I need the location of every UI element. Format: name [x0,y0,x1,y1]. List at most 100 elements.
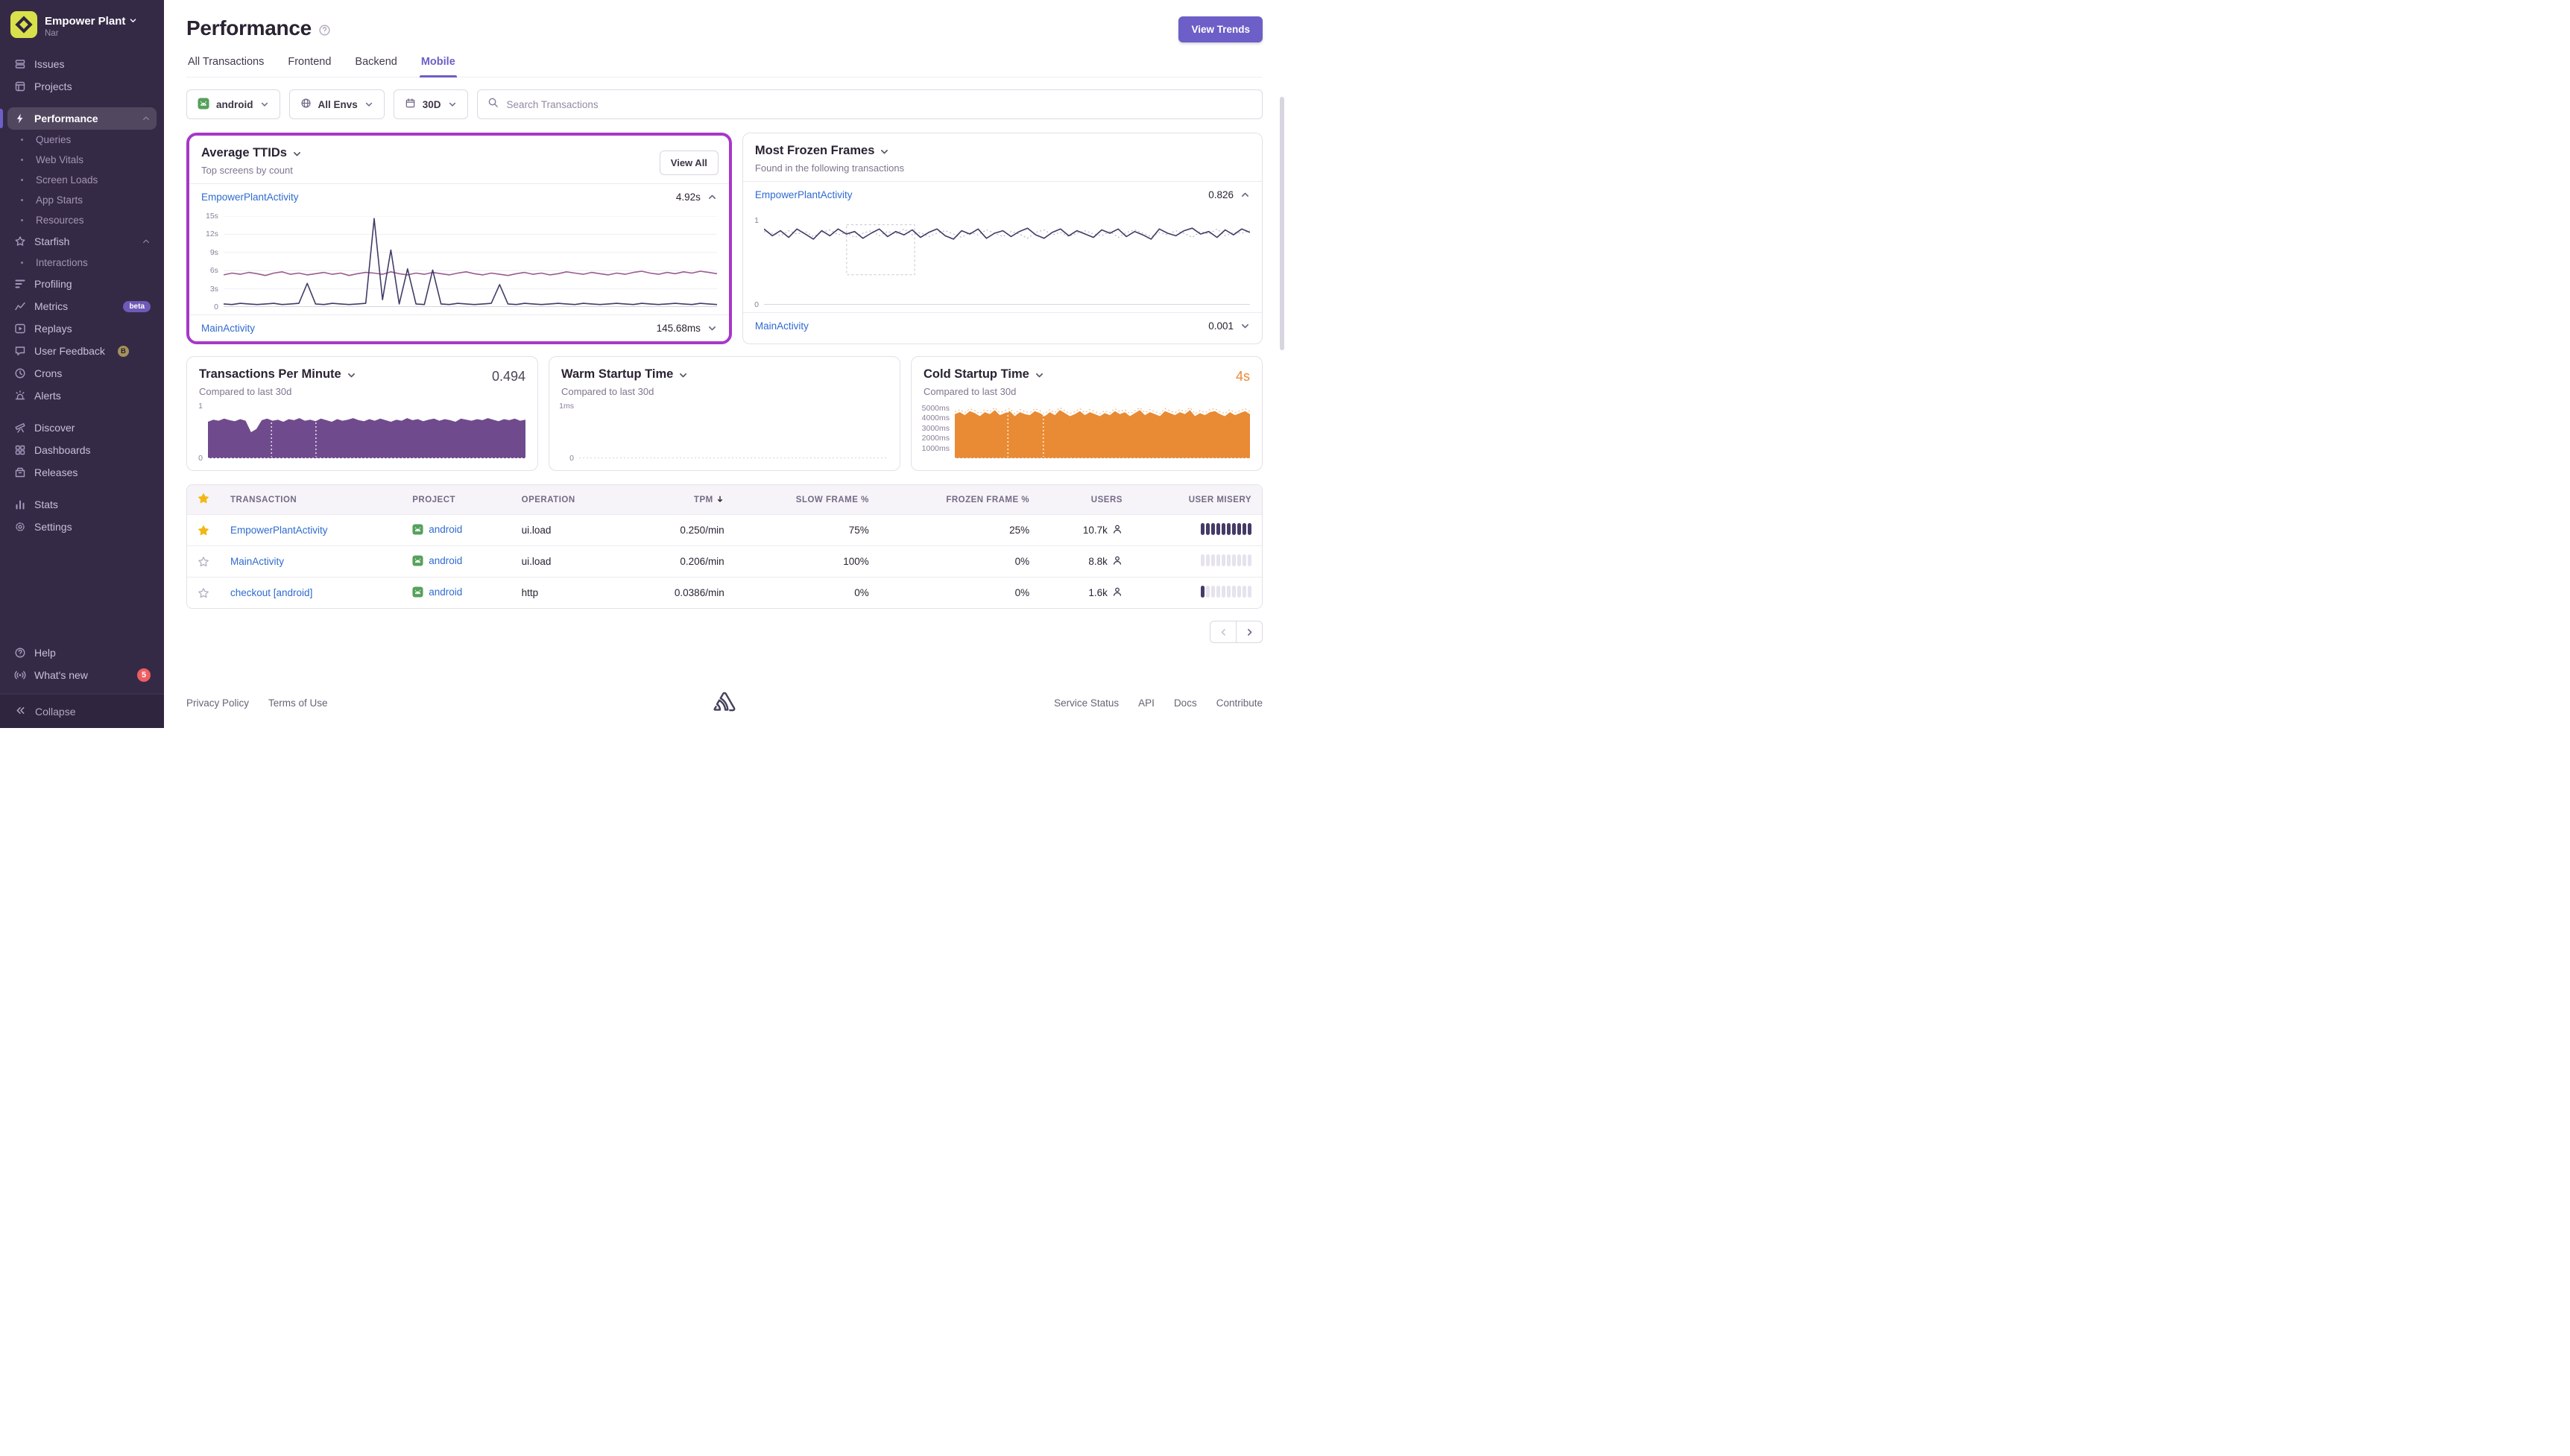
scrollbar[interactable] [1279,0,1285,728]
sidebar-item-interactions[interactable]: Interactions [7,253,157,273]
column-header-slow-frame[interactable]: SLOW FRAME % [734,485,880,515]
cold-startup-card: Cold Startup Time 4s Compared to last 30… [911,356,1263,471]
misery-bar [1243,586,1246,598]
sidebar-item-settings[interactable]: Settings [7,516,157,538]
project-filter[interactable]: android [186,89,280,119]
org-logo [10,11,37,42]
tpm-value: 0.494 [491,369,525,384]
sidebar-item-issues[interactable]: Issues [7,53,157,75]
sidebar-item-app-starts[interactable]: App Starts [7,190,157,210]
transaction-link[interactable]: EmpowerPlantActivity [201,192,299,203]
tab-backend[interactable]: Backend [353,54,398,77]
y-tick-label: 9s [209,247,218,257]
tab-mobile[interactable]: Mobile [419,54,457,77]
transaction-link[interactable]: checkout [android] [230,587,312,598]
org-switcher[interactable]: Empower Plant Nar [0,0,164,51]
footer-link-docs[interactable]: Docs [1174,697,1197,709]
nav-section: Issues Projects [7,53,157,98]
sidebar-item-alerts[interactable]: Alerts [7,384,157,407]
misery-bar [1216,554,1220,566]
transaction-link[interactable]: EmpowerPlantActivity [230,525,328,536]
collapse-chart-button[interactable] [707,192,717,202]
project-link[interactable]: android [412,555,462,566]
tab-frontend[interactable]: Frontend [286,54,332,77]
sidebar-item-releases[interactable]: Releases [7,461,157,484]
column-header-operation[interactable]: OPERATION [511,485,626,515]
sidebar-item-replays[interactable]: Replays [7,317,157,340]
most-frozen-frames-selector[interactable]: Most Frozen Frames [755,144,889,158]
transaction-link[interactable]: MainActivity [755,320,809,332]
sidebar-item-queries[interactable]: Queries [7,130,157,150]
transaction-link[interactable]: MainActivity [201,323,255,334]
column-header-project[interactable]: PROJECT [402,485,511,515]
operation-cell: http [511,577,626,608]
sidebar-item-profiling[interactable]: Profiling [7,273,157,295]
discover-icon [13,422,27,434]
scrollbar-thumb[interactable] [1280,97,1284,350]
sidebar-item-label: Discover [34,422,75,434]
transaction-link[interactable]: EmpowerPlantActivity [755,189,853,200]
warm-startup-selector[interactable]: Warm Startup Time [561,367,688,382]
sidebar-item-crons[interactable]: Crons [7,362,157,384]
sidebar-item-starfish[interactable]: Starfish [7,230,157,253]
sidebar-item-web-vitals[interactable]: Web Vitals [7,150,157,170]
footer-link-service-status[interactable]: Service Status [1054,697,1119,709]
misery-bar [1206,554,1210,566]
starred-icon[interactable] [198,525,209,536]
cold-startup-selector[interactable]: Cold Startup Time [924,367,1044,382]
sidebar-item-performance[interactable]: Performance [0,107,157,130]
sidebar-item-dashboards[interactable]: Dashboards [7,439,157,461]
view-trends-button[interactable]: View Trends [1178,16,1263,42]
column-header-tpm[interactable]: TPM [625,485,735,515]
environment-filter[interactable]: All Envs [288,89,385,119]
sidebar-item-whats-new[interactable]: What's new 5 [7,664,157,686]
next-page-button[interactable] [1236,621,1263,643]
footer-link-terms-of-use[interactable]: Terms of Use [268,697,328,709]
star-column-header[interactable] [187,485,220,515]
footer-link-privacy-policy[interactable]: Privacy Policy [186,697,249,709]
column-header-users[interactable]: USERS [1040,485,1133,515]
tpm-selector[interactable]: Transactions Per Minute [199,367,356,382]
column-header-frozen-frame[interactable]: FROZEN FRAME % [879,485,1041,515]
card-subtitle: Found in the following transactions [754,162,905,174]
previous-page-button[interactable] [1210,621,1237,643]
sidebar-item-screen-loads[interactable]: Screen Loads [7,170,157,190]
projects-icon [13,80,27,92]
column-header-transaction[interactable]: TRANSACTION [220,485,402,515]
help-icon[interactable] [318,24,331,37]
sidebar-item-metrics[interactable]: Metrics beta [7,295,157,317]
view-all-button[interactable]: View All [659,151,719,175]
misery-bar [1227,523,1231,535]
sidebar-item-projects[interactable]: Projects [7,75,157,98]
average-ttids-selector[interactable]: Average TTIDs [201,146,302,160]
footer-link-api[interactable]: API [1138,697,1155,709]
collapse-button[interactable]: Collapse [0,694,164,728]
sidebar-item-discover[interactable]: Discover [7,417,157,439]
collapse-label: Collapse [35,705,76,718]
date-range-filter[interactable]: 30D [393,89,468,119]
sidebar-item-stats[interactable]: Stats [7,493,157,516]
metrics-icon [13,300,27,312]
star-icon [13,235,27,247]
expand-chart-button[interactable] [1240,321,1250,331]
transaction-link[interactable]: MainActivity [230,556,284,567]
collapse-chart-button[interactable] [1240,190,1250,200]
project-link[interactable]: android [412,524,462,535]
column-header-user-misery[interactable]: USER MISERY [1132,485,1262,515]
sidebar-item-resources[interactable]: Resources [7,210,157,230]
footer-link-contribute[interactable]: Contribute [1216,697,1263,709]
star-outline-icon[interactable] [198,556,209,568]
sidebar-subitem-label: Interactions [36,257,88,268]
expand-chart-button[interactable] [707,323,717,333]
tab-all-transactions[interactable]: All Transactions [186,54,265,77]
sidebar-item-user-feedback[interactable]: User Feedback B [7,340,157,362]
chevron-down-icon [292,149,302,159]
most-frozen-frames-card: Most Frozen Frames Found in the followin… [742,133,1263,344]
y-tick-label: 0 [754,300,759,309]
project-link[interactable]: android [412,586,462,598]
star-outline-icon[interactable] [198,587,209,599]
y-axis-labels: 15s 12s 9s 6s 3s 0 [195,212,221,311]
search-input[interactable] [505,98,1252,111]
users-count: 10.7k [1082,525,1108,536]
sidebar-item-help[interactable]: Help [7,642,157,664]
